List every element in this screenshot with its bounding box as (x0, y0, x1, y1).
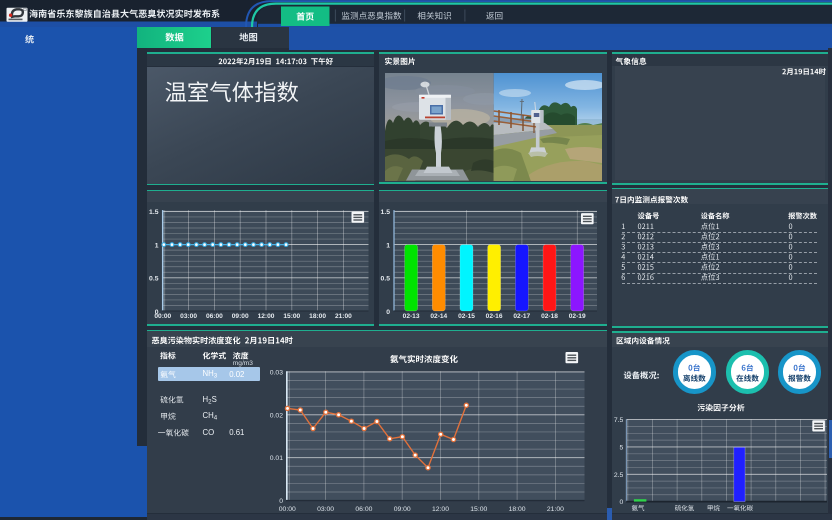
svg-text:02-13: 02-13 (403, 313, 420, 320)
svg-text:12:00: 12:00 (432, 506, 449, 513)
svg-text:0.5: 0.5 (381, 276, 391, 283)
svg-text:00:00: 00:00 (154, 313, 171, 320)
svg-text:0.02: 0.02 (270, 412, 283, 419)
svg-text:21:00: 21:00 (547, 506, 564, 513)
svg-text:0: 0 (386, 309, 390, 316)
svg-text:7.5: 7.5 (613, 417, 623, 424)
svg-text:0.01: 0.01 (270, 455, 283, 462)
svg-text:03:00: 03:00 (317, 506, 334, 513)
svg-text:18:00: 18:00 (509, 506, 526, 513)
svg-text:15:00: 15:00 (283, 313, 300, 320)
svg-text:09:00: 09:00 (231, 313, 248, 320)
svg-text:15:00: 15:00 (470, 506, 487, 513)
svg-text:0: 0 (279, 498, 283, 505)
svg-text:21:00: 21:00 (334, 313, 351, 320)
svg-text:02-16: 02-16 (486, 313, 503, 320)
svg-text:02-17: 02-17 (513, 313, 530, 320)
svg-text:1.5: 1.5 (381, 210, 391, 217)
svg-text:06:00: 06:00 (205, 313, 222, 320)
svg-text:02-15: 02-15 (458, 313, 475, 320)
svg-text:02-14: 02-14 (430, 313, 447, 320)
svg-text:0.03: 0.03 (270, 369, 283, 376)
svg-text:02-19: 02-19 (569, 313, 586, 320)
svg-text:00:00: 00:00 (279, 506, 296, 513)
svg-text:0.5: 0.5 (149, 276, 159, 283)
svg-text:5: 5 (619, 445, 623, 452)
svg-text:02-18: 02-18 (541, 313, 558, 320)
svg-text:1: 1 (154, 243, 158, 250)
svg-text:09:00: 09:00 (394, 506, 411, 513)
svg-text:12:00: 12:00 (257, 313, 274, 320)
svg-text:1.5: 1.5 (149, 210, 159, 217)
svg-text:1: 1 (386, 243, 390, 250)
svg-text:2.5: 2.5 (613, 472, 623, 479)
svg-text:18:00: 18:00 (309, 313, 326, 320)
svg-text:06:00: 06:00 (355, 506, 372, 513)
svg-text:0: 0 (619, 499, 623, 506)
svg-text:03:00: 03:00 (180, 313, 197, 320)
